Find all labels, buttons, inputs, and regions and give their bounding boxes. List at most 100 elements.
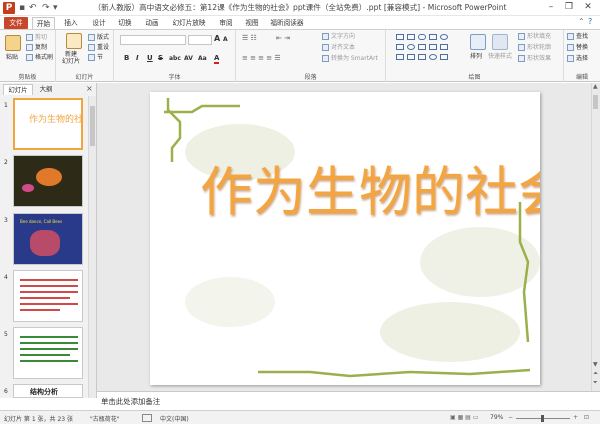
grow-font-button[interactable]: A xyxy=(214,34,220,43)
zoom-in-icon[interactable]: + xyxy=(573,414,578,421)
arrange-button[interactable]: 排列 xyxy=(470,52,482,61)
layout-button[interactable]: 版式 xyxy=(88,33,109,42)
zoom-level[interactable]: 79% xyxy=(490,414,503,421)
cut-button[interactable]: 剪切 xyxy=(26,33,47,42)
slide-thumb-3[interactable]: Bee dance, Call Bees xyxy=(13,213,83,265)
group-drawing: 排列 快速样式 形状填充 形状轮廓 形状效果 绘图 xyxy=(386,30,564,82)
scroll-thumb[interactable] xyxy=(593,95,598,109)
copy-button[interactable]: 复制 xyxy=(26,43,47,52)
slide-canvas[interactable]: 作为生物的社会 xyxy=(150,92,540,385)
scroll-up-icon[interactable]: ▲ xyxy=(593,83,598,90)
language[interactable]: 中文(中国) xyxy=(160,414,189,423)
text-line xyxy=(20,336,78,338)
slide-background-art xyxy=(164,98,540,378)
indent-icon[interactable]: ⇤ ⇥ xyxy=(276,34,290,42)
slide-title[interactable]: 作为生物的社会 xyxy=(200,150,540,226)
text-line xyxy=(20,285,78,287)
shadow-button[interactable]: abc xyxy=(169,55,181,62)
tab-animations[interactable]: 动画 xyxy=(141,17,163,29)
group-slides: 新建 幻灯片 版式 重设 节 幻灯片 xyxy=(56,30,114,82)
slide-thumb-6[interactable]: 结构分析 xyxy=(13,384,83,398)
smartart-button[interactable]: 转换为 SmartArt xyxy=(322,54,378,63)
font-size-dropdown[interactable] xyxy=(188,35,212,45)
thumbs-scrollbar[interactable] xyxy=(88,96,96,398)
zoom-out-icon[interactable]: − xyxy=(508,414,513,421)
strikethrough-button[interactable]: S xyxy=(158,54,163,62)
restore-icon[interactable]: ❐ xyxy=(561,1,577,14)
paste-icon[interactable] xyxy=(5,35,21,51)
slide-scrollbar[interactable]: ▲ ▼ ⏶ ⏷ xyxy=(591,83,599,391)
notes-placeholder[interactable]: 单击此处添加备注 xyxy=(101,396,160,407)
close-icon[interactable]: ✕ xyxy=(580,1,596,14)
fit-to-window-icon[interactable]: ⊡ xyxy=(584,414,589,421)
shrink-font-button[interactable]: A xyxy=(223,36,228,43)
slide-thumb-2[interactable] xyxy=(13,155,83,207)
next-slide-icon[interactable]: ⏷ xyxy=(593,379,598,387)
tab-foxit-reader[interactable]: 福昕阅读器 xyxy=(268,17,306,29)
minimize-ribbon-icon[interactable]: ⌃ xyxy=(578,17,585,26)
text-line xyxy=(20,360,78,362)
brush-icon xyxy=(26,54,33,61)
tab-transitions[interactable]: 切换 xyxy=(114,17,136,29)
align-icons[interactable]: ≡ ≡ ≡ ≡ ☰ xyxy=(242,54,281,62)
underline-button[interactable]: U xyxy=(147,54,153,62)
close-pane-icon[interactable]: × xyxy=(86,84,93,93)
tab-insert[interactable]: 插入 xyxy=(60,17,82,29)
quick-styles-icon[interactable] xyxy=(492,34,508,50)
tab-slides[interactable]: 幻灯片 xyxy=(3,84,33,95)
tab-file[interactable]: 文件 xyxy=(4,17,28,29)
slide-thumb-1[interactable]: 作为生物的社会 xyxy=(13,98,83,150)
replace-button[interactable]: 替换 xyxy=(567,43,588,52)
tab-slideshow[interactable]: 幻灯片放映 xyxy=(168,17,210,29)
reset-button[interactable]: 重设 xyxy=(88,43,109,52)
find-button[interactable]: 查找 xyxy=(567,32,588,41)
view-buttons-icon[interactable]: ▣ ▦ ▤ ▭ xyxy=(450,414,478,421)
tab-outline[interactable]: 大纲 xyxy=(35,84,57,95)
bullets-icon[interactable]: ☰ ☷ xyxy=(242,34,257,42)
change-case-button[interactable]: Aa xyxy=(198,55,207,62)
text-line xyxy=(20,291,78,293)
text-direction-button[interactable]: 文字方向 xyxy=(322,32,355,41)
format-painter-button[interactable]: 格式刷 xyxy=(26,53,53,62)
arrange-icon[interactable] xyxy=(470,34,486,50)
bold-button[interactable]: B xyxy=(124,54,129,62)
paste-button[interactable]: 粘贴 xyxy=(6,53,18,62)
title-bar: P ▪ ↶ ↷ ▾ （新人教版）高中语文必修五：第12课《作为生物的社会》ppt… xyxy=(0,0,600,16)
tab-design[interactable]: 设计 xyxy=(88,17,110,29)
prev-slide-icon[interactable]: ⏶ xyxy=(593,370,598,378)
scroll-thumb[interactable] xyxy=(90,106,95,146)
shape-fill-button[interactable]: 形状填充 xyxy=(518,32,551,41)
bee-image xyxy=(30,230,60,256)
new-slide-icon[interactable] xyxy=(66,33,82,49)
scroll-down-icon[interactable]: ▼ xyxy=(593,361,598,368)
help-icon[interactable]: ? xyxy=(588,17,592,26)
section-button[interactable]: 节 xyxy=(88,53,103,62)
shape-effects-button[interactable]: 形状效果 xyxy=(518,54,551,63)
font-color-button[interactable]: A xyxy=(214,54,220,64)
slide-thumb-4[interactable] xyxy=(13,270,83,322)
slide-thumb-5[interactable] xyxy=(13,327,83,379)
thumb-number: 2 xyxy=(4,159,8,166)
shapes-gallery[interactable] xyxy=(396,34,466,64)
italic-button[interactable]: I xyxy=(136,54,139,62)
tab-review[interactable]: 审阅 xyxy=(215,17,237,29)
theme-name[interactable]: "古瓶荷花" xyxy=(90,414,120,423)
spacing-button[interactable]: AV xyxy=(184,55,193,62)
effects-icon xyxy=(518,55,525,62)
slides-pane: 幻灯片 大纲 × 1 作为生物的社会 2 3 Bee dance, Call B… xyxy=(0,83,97,398)
thumb-number: 5 xyxy=(4,331,8,338)
drawing-label: 绘图 xyxy=(468,74,481,81)
minimize-icon[interactable]: – xyxy=(543,1,559,14)
font-name-dropdown[interactable] xyxy=(120,35,186,45)
zoom-slider-handle[interactable] xyxy=(541,415,544,422)
tab-view[interactable]: 视图 xyxy=(241,17,263,29)
spellcheck-icon[interactable] xyxy=(142,414,152,422)
shape-outline-button[interactable]: 形状轮廓 xyxy=(518,43,551,52)
new-slide-button[interactable]: 新建 幻灯片 xyxy=(62,51,80,65)
tab-home[interactable]: 开始 xyxy=(32,17,55,29)
select-button[interactable]: 选择 xyxy=(567,54,588,63)
notes-pane[interactable]: 单击此处添加备注 xyxy=(97,391,600,410)
smartart-icon xyxy=(322,55,329,62)
align-text-button[interactable]: 对齐文本 xyxy=(322,43,355,52)
quick-styles-button[interactable]: 快速样式 xyxy=(488,52,512,61)
